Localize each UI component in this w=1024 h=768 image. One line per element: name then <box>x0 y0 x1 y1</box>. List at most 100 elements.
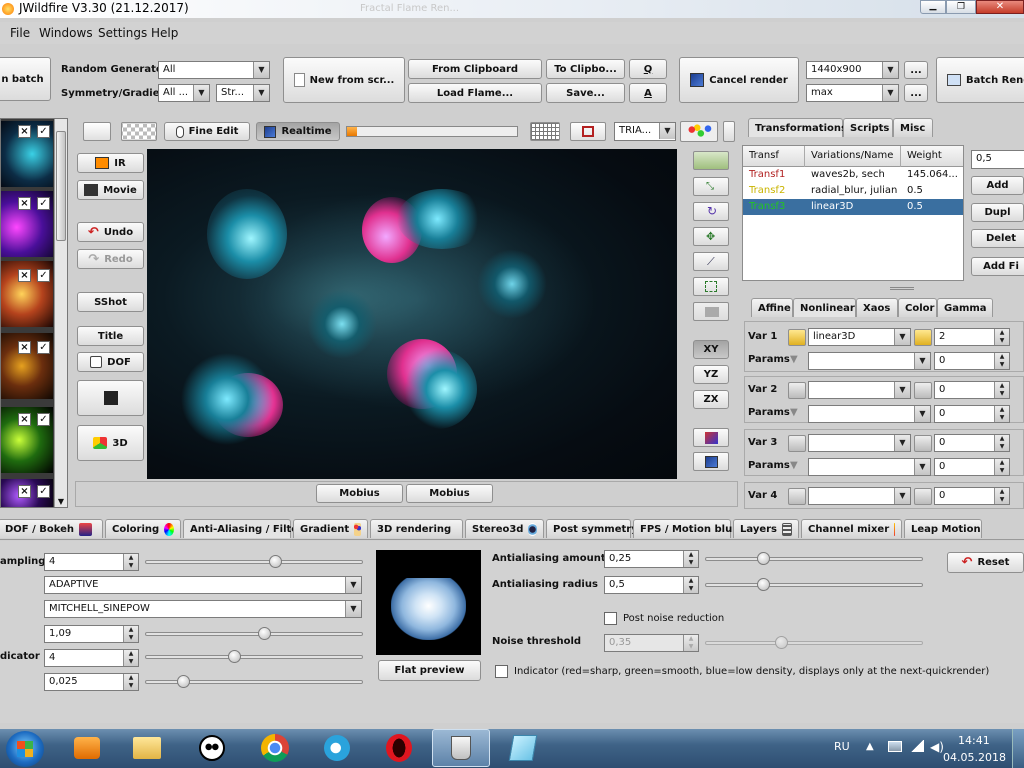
oversampling-input[interactable]: 4 ▲ ▼ <box>44 553 139 571</box>
add-final-button[interactable]: Add Fi <box>971 257 1024 276</box>
aa-amount-input[interactable]: 0,25 ▲ ▼ <box>604 550 699 568</box>
zx-button[interactable]: ZX <box>693 390 729 409</box>
volume-icon[interactable]: ◀) <box>930 740 944 754</box>
yz-button[interactable]: YZ <box>693 365 729 384</box>
mobius-button-2[interactable]: Mobius <box>406 484 493 503</box>
tab-stereo3d[interactable]: Stereo3d <box>465 519 544 538</box>
flame-preview-canvas[interactable] <box>147 149 677 479</box>
oversampling-slider[interactable] <box>145 555 363 569</box>
dof-button[interactable]: DOF <box>77 352 144 372</box>
params-arrow-icon[interactable]: ▼ <box>790 407 798 418</box>
quality-more-button[interactable]: ... <box>904 84 928 102</box>
tab-gamma[interactable]: Gamma <box>937 298 993 317</box>
clock-date[interactable]: 04.05.2018 <box>943 751 1006 764</box>
grid-icon[interactable] <box>530 122 560 141</box>
rotate-tool-icon[interactable]: ↻ <box>693 202 729 221</box>
show-desktop-button[interactable] <box>1012 729 1024 768</box>
variation-toggle-icon[interactable] <box>914 329 932 346</box>
color-dots-icon[interactable] <box>680 121 718 142</box>
add-transform-button[interactable]: Add <box>971 176 1024 195</box>
variation-toggle-icon[interactable] <box>788 488 806 505</box>
post-transform-icon[interactable] <box>693 277 729 296</box>
xy-button[interactable]: XY <box>693 340 729 359</box>
var3-param-amount[interactable]: 0 ▲ ▼ <box>934 458 1010 476</box>
filter-indicator-input[interactable]: 4 ▲ ▼ <box>44 649 139 667</box>
noise-threshold-input[interactable]: 0,35 ▲ ▼ <box>604 634 699 652</box>
filter-sharpness-slider[interactable] <box>145 675 363 689</box>
aa-amount-slider[interactable] <box>705 552 923 566</box>
tab-color[interactable]: Color <box>898 298 937 317</box>
var2-params-select[interactable]: ▼ <box>808 405 931 423</box>
scale-tool-icon[interactable]: ⤡ <box>693 177 729 196</box>
tab-scripts[interactable]: Scripts <box>843 118 893 137</box>
tab-xaos[interactable]: Xaos <box>856 298 898 317</box>
new-from-script-button[interactable]: New from scr... <box>283 57 405 103</box>
tab-leap-motion[interactable]: Leap Motion <box>904 519 982 538</box>
realtime-button[interactable]: Realtime <box>256 122 340 141</box>
var3-amount[interactable]: 0 ▲ ▼ <box>934 434 1010 452</box>
scrollbar-thumb[interactable] <box>56 131 66 241</box>
checker-icon[interactable] <box>121 122 157 141</box>
filter-indicator-slider[interactable] <box>145 650 363 664</box>
menu-file[interactable]: File <box>10 26 30 40</box>
tab-transformations[interactable]: Transformations <box>748 118 847 137</box>
move-tool-icon[interactable]: ✥ <box>693 227 729 246</box>
title-button[interactable]: Title <box>77 326 144 346</box>
mobius-button-1[interactable]: Mobius <box>316 484 403 503</box>
noise-threshold-slider[interactable] <box>705 636 923 650</box>
panel-toggle[interactable] <box>723 121 735 142</box>
random-generator-select[interactable]: All ▼ <box>158 61 270 79</box>
delete-thumbnail-icon[interactable]: × <box>18 341 31 354</box>
filter-radius-slider[interactable] <box>145 627 363 641</box>
screenshot-button[interactable]: SShot <box>77 292 144 312</box>
var2-amount[interactable]: 0 ▲ ▼ <box>934 381 1010 399</box>
taskbar-telegram[interactable] <box>308 729 366 767</box>
q-button[interactable]: Q <box>629 59 667 79</box>
render-tool-icon[interactable] <box>693 452 729 471</box>
select-thumbnail-checkbox[interactable]: ✓ <box>37 269 50 282</box>
language-indicator[interactable]: RU <box>834 740 850 753</box>
ir-button[interactable]: IR <box>77 153 144 173</box>
triangle-mode-select[interactable]: TRIA... ▼ <box>614 122 676 141</box>
symmetry-select[interactable]: All ... ▼ <box>158 84 210 102</box>
a-button[interactable]: A <box>629 83 667 103</box>
tab-layers[interactable]: Layers <box>733 519 799 538</box>
var4-select[interactable]: ▼ <box>808 487 911 505</box>
menu-settings[interactable]: Settings <box>98 26 147 40</box>
resolution-select[interactable]: 1440x900 ▼ <box>806 61 899 79</box>
var2-param-amount[interactable]: 0 ▲ ▼ <box>934 405 1010 423</box>
tab-affine[interactable]: Affine <box>751 298 793 317</box>
variation-toggle-icon[interactable] <box>914 382 932 399</box>
variation-toggle-icon[interactable] <box>914 435 932 452</box>
table-row-selected[interactable]: Transf3 linear3D 0.5 <box>743 199 963 215</box>
aa-radius-slider[interactable] <box>705 578 923 592</box>
taskbar-media-player[interactable] <box>58 729 116 767</box>
weight-input[interactable]: 0,5 <box>971 150 1024 169</box>
tab-misc[interactable]: Misc <box>893 118 933 137</box>
tab-channel-mixer[interactable]: Channel mixer <box>801 519 902 538</box>
tab-dof-bokeh[interactable]: DOF / Bokeh <box>0 519 103 538</box>
fine-edit-button[interactable]: Fine Edit <box>164 122 250 141</box>
quality-select[interactable]: max ▼ <box>806 84 899 102</box>
filter-sharpness-input[interactable]: 0,025 ▲ ▼ <box>44 673 139 691</box>
select-thumbnail-checkbox[interactable]: ✓ <box>37 413 50 426</box>
flat-preview-button[interactable]: Flat preview <box>378 660 481 681</box>
var3-params-select[interactable]: ▼ <box>808 458 931 476</box>
variation-toggle-icon[interactable] <box>914 488 932 505</box>
taskbar-java[interactable] <box>432 729 490 767</box>
aa-radius-input[interactable]: 0,5 ▲ ▼ <box>604 576 699 594</box>
var1-param-amount[interactable]: 0 ▲ ▼ <box>934 352 1010 370</box>
frame-icon[interactable] <box>570 122 606 141</box>
batch-button[interactable]: n batch <box>0 57 51 101</box>
delete-transform-button[interactable]: Delet <box>971 229 1024 248</box>
tab-post-symmetry[interactable]: Post symmetry <box>546 519 638 538</box>
delete-thumbnail-icon[interactable]: × <box>18 125 31 138</box>
params-arrow-icon[interactable]: ▼ <box>790 460 798 471</box>
chart-icon[interactable] <box>83 122 111 141</box>
indicator-checkbox[interactable] <box>495 665 508 678</box>
table-row[interactable]: Transf2 radial_blur, julian 0.5 <box>743 183 963 199</box>
to-clipboard-button[interactable]: To Clipbo... <box>546 59 625 79</box>
tab-anti-aliasing[interactable]: Anti-Aliasing / Filter <box>183 519 303 538</box>
clapper-button[interactable] <box>77 380 144 416</box>
disabled-tool-icon[interactable] <box>693 302 729 321</box>
